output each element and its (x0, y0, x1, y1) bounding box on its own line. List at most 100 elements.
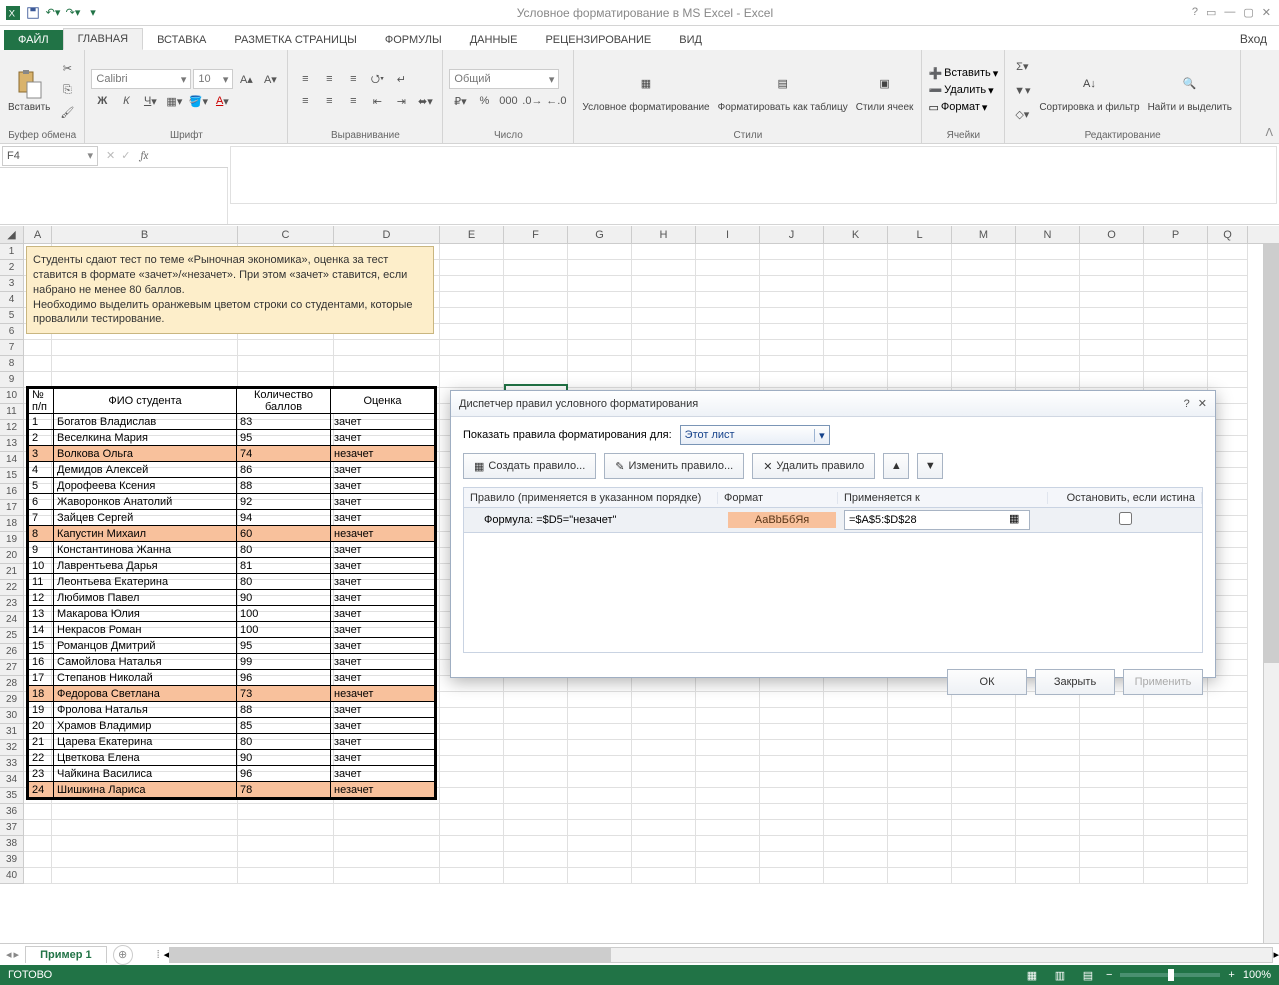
delete-cells-button[interactable]: ➖Удалить ▾ (928, 84, 998, 97)
cell[interactable] (1208, 708, 1248, 724)
cell[interactable] (1208, 308, 1248, 324)
cell[interactable] (632, 708, 696, 724)
sign-in-link[interactable]: Вход (1228, 28, 1279, 50)
underline-icon[interactable]: Ч▾ (139, 91, 161, 111)
row-header[interactable]: 11 (0, 404, 24, 420)
cell-q[interactable]: 99 (237, 654, 331, 670)
cell-q[interactable]: 74 (237, 446, 331, 462)
cell[interactable] (504, 708, 568, 724)
cell-q[interactable]: 92 (237, 494, 331, 510)
clear-icon[interactable]: ◇▾ (1011, 104, 1033, 124)
cell[interactable] (568, 356, 632, 372)
cell[interactable] (52, 340, 238, 356)
cell[interactable] (1016, 356, 1080, 372)
table-row[interactable]: 19Фролова Наталья88зачет (29, 702, 435, 718)
cell[interactable] (952, 804, 1016, 820)
cell[interactable] (504, 308, 568, 324)
cell-n[interactable]: 14 (29, 622, 54, 638)
row-header[interactable]: 27 (0, 660, 24, 676)
cell[interactable] (1144, 356, 1208, 372)
row-header[interactable]: 34 (0, 772, 24, 788)
column-header[interactable]: F (504, 226, 568, 243)
cell[interactable] (24, 868, 52, 884)
column-header[interactable]: O (1080, 226, 1144, 243)
cell[interactable] (888, 868, 952, 884)
zoom-in-icon[interactable]: + (1228, 969, 1234, 981)
cell[interactable] (504, 260, 568, 276)
cell-fio[interactable]: Храмов Владимир (54, 718, 237, 734)
cell-n[interactable]: 10 (29, 558, 54, 574)
cell[interactable] (760, 740, 824, 756)
cell[interactable] (1016, 788, 1080, 804)
cell-q[interactable]: 80 (237, 542, 331, 558)
cell[interactable] (1144, 740, 1208, 756)
cell-o[interactable]: зачет (331, 542, 435, 558)
row-header[interactable]: 21 (0, 564, 24, 580)
cell-o[interactable]: зачет (331, 430, 435, 446)
cell[interactable] (440, 756, 504, 772)
cell[interactable] (1144, 724, 1208, 740)
cell[interactable] (1080, 372, 1144, 388)
border-icon[interactable]: ▦▾ (163, 91, 185, 111)
table-row[interactable]: 7Зайцев Сергей94зачет (29, 510, 435, 526)
table-row[interactable]: 10Лаврентьева Дарья81зачет (29, 558, 435, 574)
cell[interactable] (440, 772, 504, 788)
cell[interactable] (504, 868, 568, 884)
cell[interactable] (1080, 820, 1144, 836)
cell[interactable] (440, 820, 504, 836)
cell[interactable] (632, 868, 696, 884)
cell[interactable] (952, 708, 1016, 724)
conditional-formatting-button[interactable]: ▦Условное форматирование (580, 66, 711, 115)
column-header[interactable]: G (568, 226, 632, 243)
cell[interactable] (1144, 308, 1208, 324)
cell[interactable] (1208, 804, 1248, 820)
row-header[interactable]: 23 (0, 596, 24, 612)
row-header[interactable]: 20 (0, 548, 24, 564)
cell[interactable] (696, 772, 760, 788)
cell-fio[interactable]: Некрасов Роман (54, 622, 237, 638)
cell[interactable] (632, 772, 696, 788)
currency-icon[interactable]: ₽▾ (449, 91, 471, 111)
cell-n[interactable]: 17 (29, 670, 54, 686)
percent-icon[interactable]: % (473, 91, 495, 111)
enter-formula-icon[interactable]: ✓ (121, 149, 130, 162)
fill-color-icon[interactable]: 🪣▾ (187, 91, 209, 111)
cell-o[interactable]: зачет (331, 510, 435, 526)
wrap-text-icon[interactable]: ↵ (390, 69, 412, 89)
horizontal-scrollbar[interactable]: ⁞ ◂▸ (153, 947, 1279, 963)
minimize-icon[interactable]: — (1224, 6, 1235, 19)
cell[interactable] (824, 276, 888, 292)
cell[interactable] (760, 772, 824, 788)
row-header[interactable]: 26 (0, 644, 24, 660)
cell[interactable] (568, 324, 632, 340)
cell[interactable] (696, 276, 760, 292)
cell[interactable] (440, 276, 504, 292)
table-row[interactable]: 8Капустин Михаил60незачет (29, 526, 435, 542)
cell[interactable] (632, 340, 696, 356)
dialog-title-bar[interactable]: Диспетчер правил условного форматировани… (451, 391, 1215, 417)
cell[interactable] (952, 836, 1016, 852)
tab-nav-last-icon[interactable]: ▸ (14, 948, 20, 961)
cell[interactable] (1208, 740, 1248, 756)
cell[interactable] (440, 724, 504, 740)
cell[interactable] (888, 708, 952, 724)
table-row[interactable]: 5Дорофеева Ксения88зачет (29, 478, 435, 494)
tab-home[interactable]: ГЛАВНАЯ (63, 28, 143, 50)
cell[interactable] (52, 820, 238, 836)
cell-n[interactable]: 12 (29, 590, 54, 606)
row-header[interactable]: 17 (0, 500, 24, 516)
range-picker-icon[interactable]: ▦ (1009, 512, 1025, 528)
cell[interactable] (760, 724, 824, 740)
move-up-button[interactable]: ▲ (883, 453, 909, 479)
cell[interactable] (696, 804, 760, 820)
cell[interactable] (1208, 820, 1248, 836)
find-select-button[interactable]: 🔍Найти и выделить (1146, 66, 1234, 115)
cell[interactable] (1016, 740, 1080, 756)
cell-n[interactable]: 3 (29, 446, 54, 462)
cell[interactable] (568, 788, 632, 804)
number-format-combo[interactable]: Общий▾ (449, 69, 559, 89)
apply-button[interactable]: Применить (1123, 669, 1203, 695)
row-header[interactable]: 7 (0, 340, 24, 356)
cell[interactable] (568, 276, 632, 292)
cell[interactable] (238, 820, 334, 836)
